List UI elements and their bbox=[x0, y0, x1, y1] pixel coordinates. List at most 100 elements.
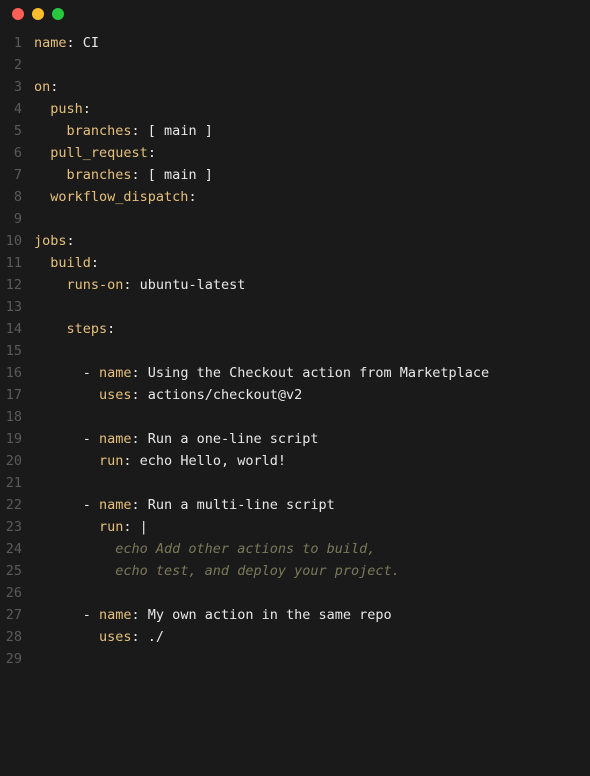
code-token: name bbox=[34, 35, 67, 51]
minimize-icon[interactable] bbox=[32, 8, 44, 20]
code-editor[interactable]: 1234567891011121314151617181920212223242… bbox=[0, 28, 590, 670]
code-line[interactable]: push: bbox=[34, 98, 590, 120]
code-token: steps bbox=[67, 321, 108, 337]
code-token: uses bbox=[99, 387, 132, 403]
code-token: branches bbox=[67, 123, 132, 139]
code-content[interactable]: name: CIon: push: branches: [ main ] pul… bbox=[30, 32, 590, 670]
code-token: pull_request bbox=[50, 145, 148, 161]
line-number: 9 bbox=[0, 208, 22, 230]
code-token: : My own action in the same repo bbox=[132, 607, 392, 623]
code-token: : echo Hello, world! bbox=[123, 453, 286, 469]
code-token bbox=[34, 167, 67, 183]
code-line[interactable]: build: bbox=[34, 252, 590, 274]
code-token: on bbox=[34, 79, 50, 95]
line-number: 12 bbox=[0, 274, 22, 296]
code-token bbox=[34, 519, 99, 535]
line-number: 15 bbox=[0, 340, 22, 362]
code-token: : bbox=[148, 145, 156, 161]
code-line[interactable]: - name: Run a one-line script bbox=[34, 428, 590, 450]
code-line[interactable]: run: | bbox=[34, 516, 590, 538]
code-token: - bbox=[34, 607, 99, 623]
code-token: : actions/checkout@v2 bbox=[132, 387, 303, 403]
code-token: runs-on bbox=[67, 277, 124, 293]
code-token: name bbox=[99, 497, 132, 513]
code-line[interactable]: steps: bbox=[34, 318, 590, 340]
line-number: 24 bbox=[0, 538, 22, 560]
code-line[interactable]: runs-on: ubuntu-latest bbox=[34, 274, 590, 296]
code-token bbox=[34, 277, 67, 293]
code-token: : bbox=[91, 255, 99, 271]
line-number: 14 bbox=[0, 318, 22, 340]
code-line[interactable] bbox=[34, 582, 590, 604]
code-line[interactable]: echo test, and deploy your project. bbox=[34, 560, 590, 582]
code-line[interactable]: - name: My own action in the same repo bbox=[34, 604, 590, 626]
line-number: 13 bbox=[0, 296, 22, 318]
code-token bbox=[34, 189, 50, 205]
close-icon[interactable] bbox=[12, 8, 24, 20]
line-number: 19 bbox=[0, 428, 22, 450]
code-token bbox=[34, 145, 50, 161]
code-line[interactable]: - name: Run a multi-line script bbox=[34, 494, 590, 516]
code-line[interactable]: branches: [ main ] bbox=[34, 120, 590, 142]
code-line[interactable]: pull_request: bbox=[34, 142, 590, 164]
code-token: uses bbox=[99, 629, 132, 645]
line-number: 5 bbox=[0, 120, 22, 142]
code-line[interactable]: name: CI bbox=[34, 32, 590, 54]
line-number: 27 bbox=[0, 604, 22, 626]
code-line[interactable] bbox=[34, 340, 590, 362]
code-line[interactable]: uses: actions/checkout@v2 bbox=[34, 384, 590, 406]
zoom-icon[interactable] bbox=[52, 8, 64, 20]
code-token: : Run a multi-line script bbox=[132, 497, 335, 513]
code-token bbox=[34, 123, 67, 139]
code-line[interactable] bbox=[34, 472, 590, 494]
code-line[interactable] bbox=[34, 648, 590, 670]
code-line[interactable] bbox=[34, 54, 590, 76]
line-number: 7 bbox=[0, 164, 22, 186]
line-number: 18 bbox=[0, 406, 22, 428]
code-token: - bbox=[34, 365, 99, 381]
code-token: push bbox=[50, 101, 83, 117]
code-line[interactable]: on: bbox=[34, 76, 590, 98]
code-token: jobs bbox=[34, 233, 67, 249]
code-token: run bbox=[99, 453, 123, 469]
line-number: 2 bbox=[0, 54, 22, 76]
code-token: : [ main ] bbox=[132, 167, 213, 183]
code-token: echo test, and deploy your project. bbox=[34, 563, 400, 579]
code-token: : [ main ] bbox=[132, 123, 213, 139]
code-line[interactable]: branches: [ main ] bbox=[34, 164, 590, 186]
code-token bbox=[34, 321, 67, 337]
code-token: - bbox=[34, 497, 99, 513]
code-token: : | bbox=[123, 519, 147, 535]
code-line[interactable]: run: echo Hello, world! bbox=[34, 450, 590, 472]
code-token: run bbox=[99, 519, 123, 535]
code-line[interactable] bbox=[34, 208, 590, 230]
code-token: name bbox=[99, 607, 132, 623]
code-token bbox=[34, 255, 50, 271]
line-number: 3 bbox=[0, 76, 22, 98]
line-number: 20 bbox=[0, 450, 22, 472]
code-token: - bbox=[34, 431, 99, 447]
code-line[interactable] bbox=[34, 296, 590, 318]
code-line[interactable]: jobs: bbox=[34, 230, 590, 252]
code-token: name bbox=[99, 431, 132, 447]
line-number: 16 bbox=[0, 362, 22, 384]
code-token bbox=[34, 629, 99, 645]
code-token: branches bbox=[67, 167, 132, 183]
code-line[interactable]: workflow_dispatch: bbox=[34, 186, 590, 208]
code-line[interactable]: - name: Using the Checkout action from M… bbox=[34, 362, 590, 384]
line-number: 21 bbox=[0, 472, 22, 494]
line-number: 28 bbox=[0, 626, 22, 648]
code-token: echo Add other actions to build, bbox=[34, 541, 375, 557]
code-line[interactable]: uses: ./ bbox=[34, 626, 590, 648]
code-token: : CI bbox=[67, 35, 100, 51]
code-token: : bbox=[67, 233, 75, 249]
line-number: 11 bbox=[0, 252, 22, 274]
code-token: : bbox=[50, 79, 58, 95]
line-number-gutter: 1234567891011121314151617181920212223242… bbox=[0, 32, 30, 670]
code-token: workflow_dispatch bbox=[50, 189, 188, 205]
code-token: : Run a one-line script bbox=[132, 431, 319, 447]
line-number: 22 bbox=[0, 494, 22, 516]
code-token bbox=[34, 101, 50, 117]
code-line[interactable]: echo Add other actions to build, bbox=[34, 538, 590, 560]
code-line[interactable] bbox=[34, 406, 590, 428]
